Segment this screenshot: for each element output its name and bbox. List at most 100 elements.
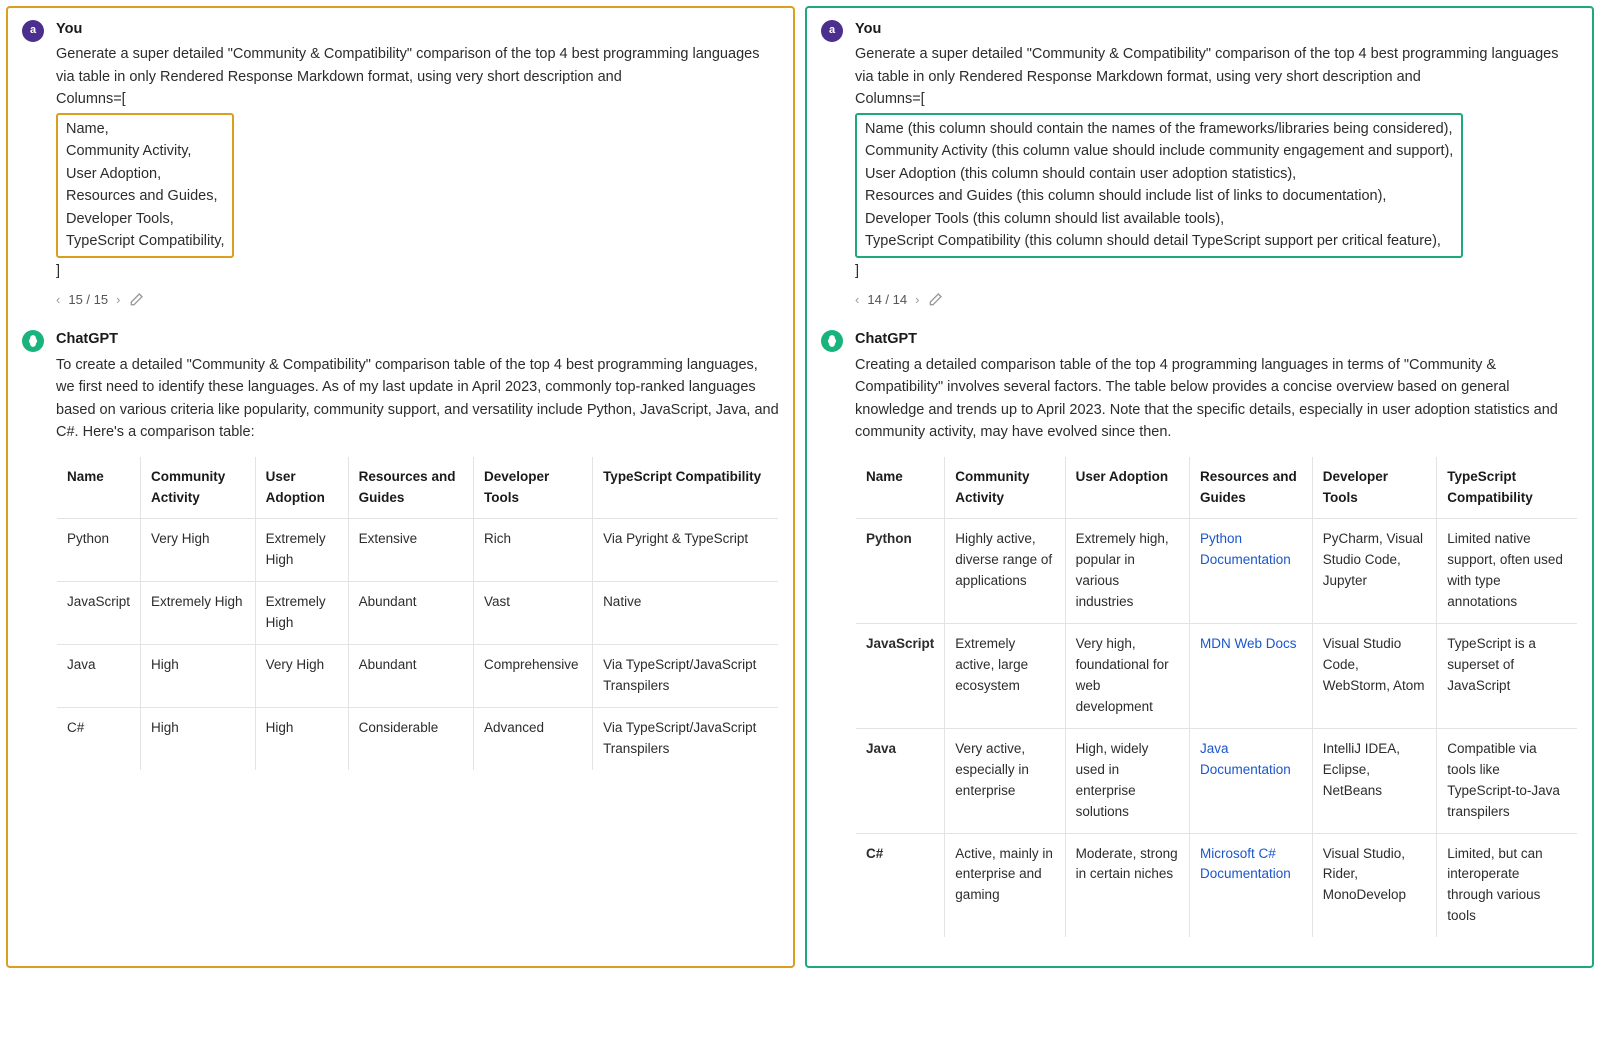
- column-spec-line: User Adoption (this column should contai…: [865, 163, 1453, 185]
- table-cell: Limited native support, often used with …: [1437, 519, 1578, 624]
- table-row: PythonVery HighExtremely HighExtensiveRi…: [57, 519, 779, 582]
- assistant-message-left: ChatGPT To create a detailed "Community …: [22, 328, 779, 771]
- sender-label: You: [855, 18, 1578, 40]
- comparison-table-right: NameCommunity ActivityUser AdoptionResou…: [855, 456, 1578, 939]
- column-spec-line: User Adoption,: [66, 163, 224, 185]
- column-spec-line: Community Activity (this column value sh…: [865, 140, 1453, 162]
- table-cell: Abundant: [348, 582, 473, 645]
- columns-close: ]: [855, 263, 859, 279]
- table-cell: Visual Studio, Rider, MonoDevelop: [1312, 833, 1437, 938]
- prompt-text: Generate a super detailed "Community & C…: [56, 43, 779, 282]
- table-header: Community Activity: [945, 456, 1065, 519]
- table-header: Developer Tools: [1312, 456, 1437, 519]
- table-cell: Extremely High: [255, 582, 348, 645]
- assistant-message-right: ChatGPT Creating a detailed comparison t…: [821, 328, 1578, 938]
- table-cell: Compatible via tools like TypeScript-to-…: [1437, 728, 1578, 833]
- edit-icon[interactable]: [927, 292, 943, 308]
- table-header: Resources and Guides: [348, 456, 473, 519]
- prompt-text: Generate a super detailed "Community & C…: [855, 43, 1578, 282]
- table-cell: C#: [57, 708, 141, 771]
- table-cell: Microsoft C# Documentation: [1189, 833, 1312, 938]
- table-cell: C#: [856, 833, 945, 938]
- doc-link[interactable]: Microsoft C# Documentation: [1200, 846, 1291, 882]
- table-cell: Extremely high, popular in various indus…: [1065, 519, 1189, 624]
- table-cell: Very active, especially in enterprise: [945, 728, 1065, 833]
- table-cell: High: [255, 708, 348, 771]
- column-spec-line: Developer Tools (this column should list…: [865, 208, 1453, 230]
- columns-close: ]: [56, 263, 60, 279]
- table-cell: Java: [856, 728, 945, 833]
- table-row: C#HighHighConsiderableAdvancedVia TypeSc…: [57, 708, 779, 771]
- table-header: Developer Tools: [474, 456, 593, 519]
- user-avatar: a: [22, 20, 44, 42]
- table-cell: Via TypeScript/JavaScript Transpilers: [593, 645, 779, 708]
- table-header: Name: [57, 456, 141, 519]
- message-pager: ‹ 14 / 14 ›: [855, 290, 1578, 310]
- pager-count: 15 / 15: [68, 290, 108, 310]
- pager-next-icon[interactable]: ›: [915, 290, 919, 310]
- prompt-pre: Generate a super detailed "Community & C…: [56, 46, 759, 84]
- column-spec-line: Community Activity,: [66, 140, 224, 162]
- assistant-avatar: [22, 330, 44, 352]
- table-cell: Extremely High: [255, 519, 348, 582]
- table-header: Community Activity: [141, 456, 256, 519]
- user-message-right: a You Generate a super detailed "Communi…: [821, 18, 1578, 310]
- column-spec-line: Developer Tools,: [66, 208, 224, 230]
- columns-open: Columns=[: [56, 91, 126, 107]
- pager-prev-icon[interactable]: ‹: [855, 290, 859, 310]
- assistant-intro: To create a detailed "Community & Compat…: [56, 354, 779, 444]
- pager-count: 14 / 14: [867, 290, 907, 310]
- table-row: JavaHighVery HighAbundantComprehensiveVi…: [57, 645, 779, 708]
- table-header: TypeScript Compatibility: [593, 456, 779, 519]
- sender-label: You: [56, 18, 779, 40]
- table-cell: Vast: [474, 582, 593, 645]
- table-cell: PyCharm, Visual Studio Code, Jupyter: [1312, 519, 1437, 624]
- table-cell: Visual Studio Code, WebStorm, Atom: [1312, 624, 1437, 729]
- table-cell: JavaScript: [856, 624, 945, 729]
- table-row: JavaScriptExtremely active, large ecosys…: [856, 624, 1578, 729]
- sender-label: ChatGPT: [56, 328, 779, 350]
- table-cell: Extensive: [348, 519, 473, 582]
- table-cell: Considerable: [348, 708, 473, 771]
- doc-link[interactable]: Java Documentation: [1200, 741, 1291, 777]
- columns-box-right: Name (this column should contain the nam…: [855, 113, 1463, 258]
- table-cell: IntelliJ IDEA, Eclipse, NetBeans: [1312, 728, 1437, 833]
- columns-open: Columns=[: [855, 91, 925, 107]
- column-spec-line: Name,: [66, 118, 224, 140]
- table-header: User Adoption: [255, 456, 348, 519]
- table-cell: Abundant: [348, 645, 473, 708]
- pager-next-icon[interactable]: ›: [116, 290, 120, 310]
- columns-box-left: Name,Community Activity,User Adoption,Re…: [56, 113, 234, 258]
- column-spec-line: TypeScript Compatibility (this column sh…: [865, 230, 1453, 252]
- user-message-left: a You Generate a super detailed "Communi…: [22, 18, 779, 310]
- table-header: TypeScript Compatibility: [1437, 456, 1578, 519]
- table-cell: Extremely active, large ecosystem: [945, 624, 1065, 729]
- table-row: JavaVery active, especially in enterpris…: [856, 728, 1578, 833]
- edit-icon[interactable]: [128, 292, 144, 308]
- table-cell: Java Documentation: [1189, 728, 1312, 833]
- table-cell: High: [141, 645, 256, 708]
- table-cell: Via TypeScript/JavaScript Transpilers: [593, 708, 779, 771]
- table-cell: JavaScript: [57, 582, 141, 645]
- message-pager: ‹ 15 / 15 ›: [56, 290, 779, 310]
- table-cell: High: [141, 708, 256, 771]
- doc-link[interactable]: Python Documentation: [1200, 531, 1291, 567]
- column-spec-line: Resources and Guides (this column should…: [865, 185, 1453, 207]
- table-cell: Python Documentation: [1189, 519, 1312, 624]
- table-cell: Moderate, strong in certain niches: [1065, 833, 1189, 938]
- table-cell: TypeScript is a superset of JavaScript: [1437, 624, 1578, 729]
- pager-prev-icon[interactable]: ‹: [56, 290, 60, 310]
- table-row: PythonHighly active, diverse range of ap…: [856, 519, 1578, 624]
- table-row: C#Active, mainly in enterprise and gamin…: [856, 833, 1578, 938]
- table-cell: Comprehensive: [474, 645, 593, 708]
- column-spec-line: TypeScript Compatibility,: [66, 230, 224, 252]
- table-cell: High, widely used in enterprise solution…: [1065, 728, 1189, 833]
- doc-link[interactable]: MDN Web Docs: [1200, 636, 1297, 651]
- table-cell: Very high, foundational for web developm…: [1065, 624, 1189, 729]
- panel-left: a You Generate a super detailed "Communi…: [6, 6, 795, 968]
- table-cell: Python: [57, 519, 141, 582]
- table-cell: Active, mainly in enterprise and gaming: [945, 833, 1065, 938]
- table-cell: Advanced: [474, 708, 593, 771]
- prompt-pre: Generate a super detailed "Community & C…: [855, 46, 1558, 84]
- table-cell: Very High: [255, 645, 348, 708]
